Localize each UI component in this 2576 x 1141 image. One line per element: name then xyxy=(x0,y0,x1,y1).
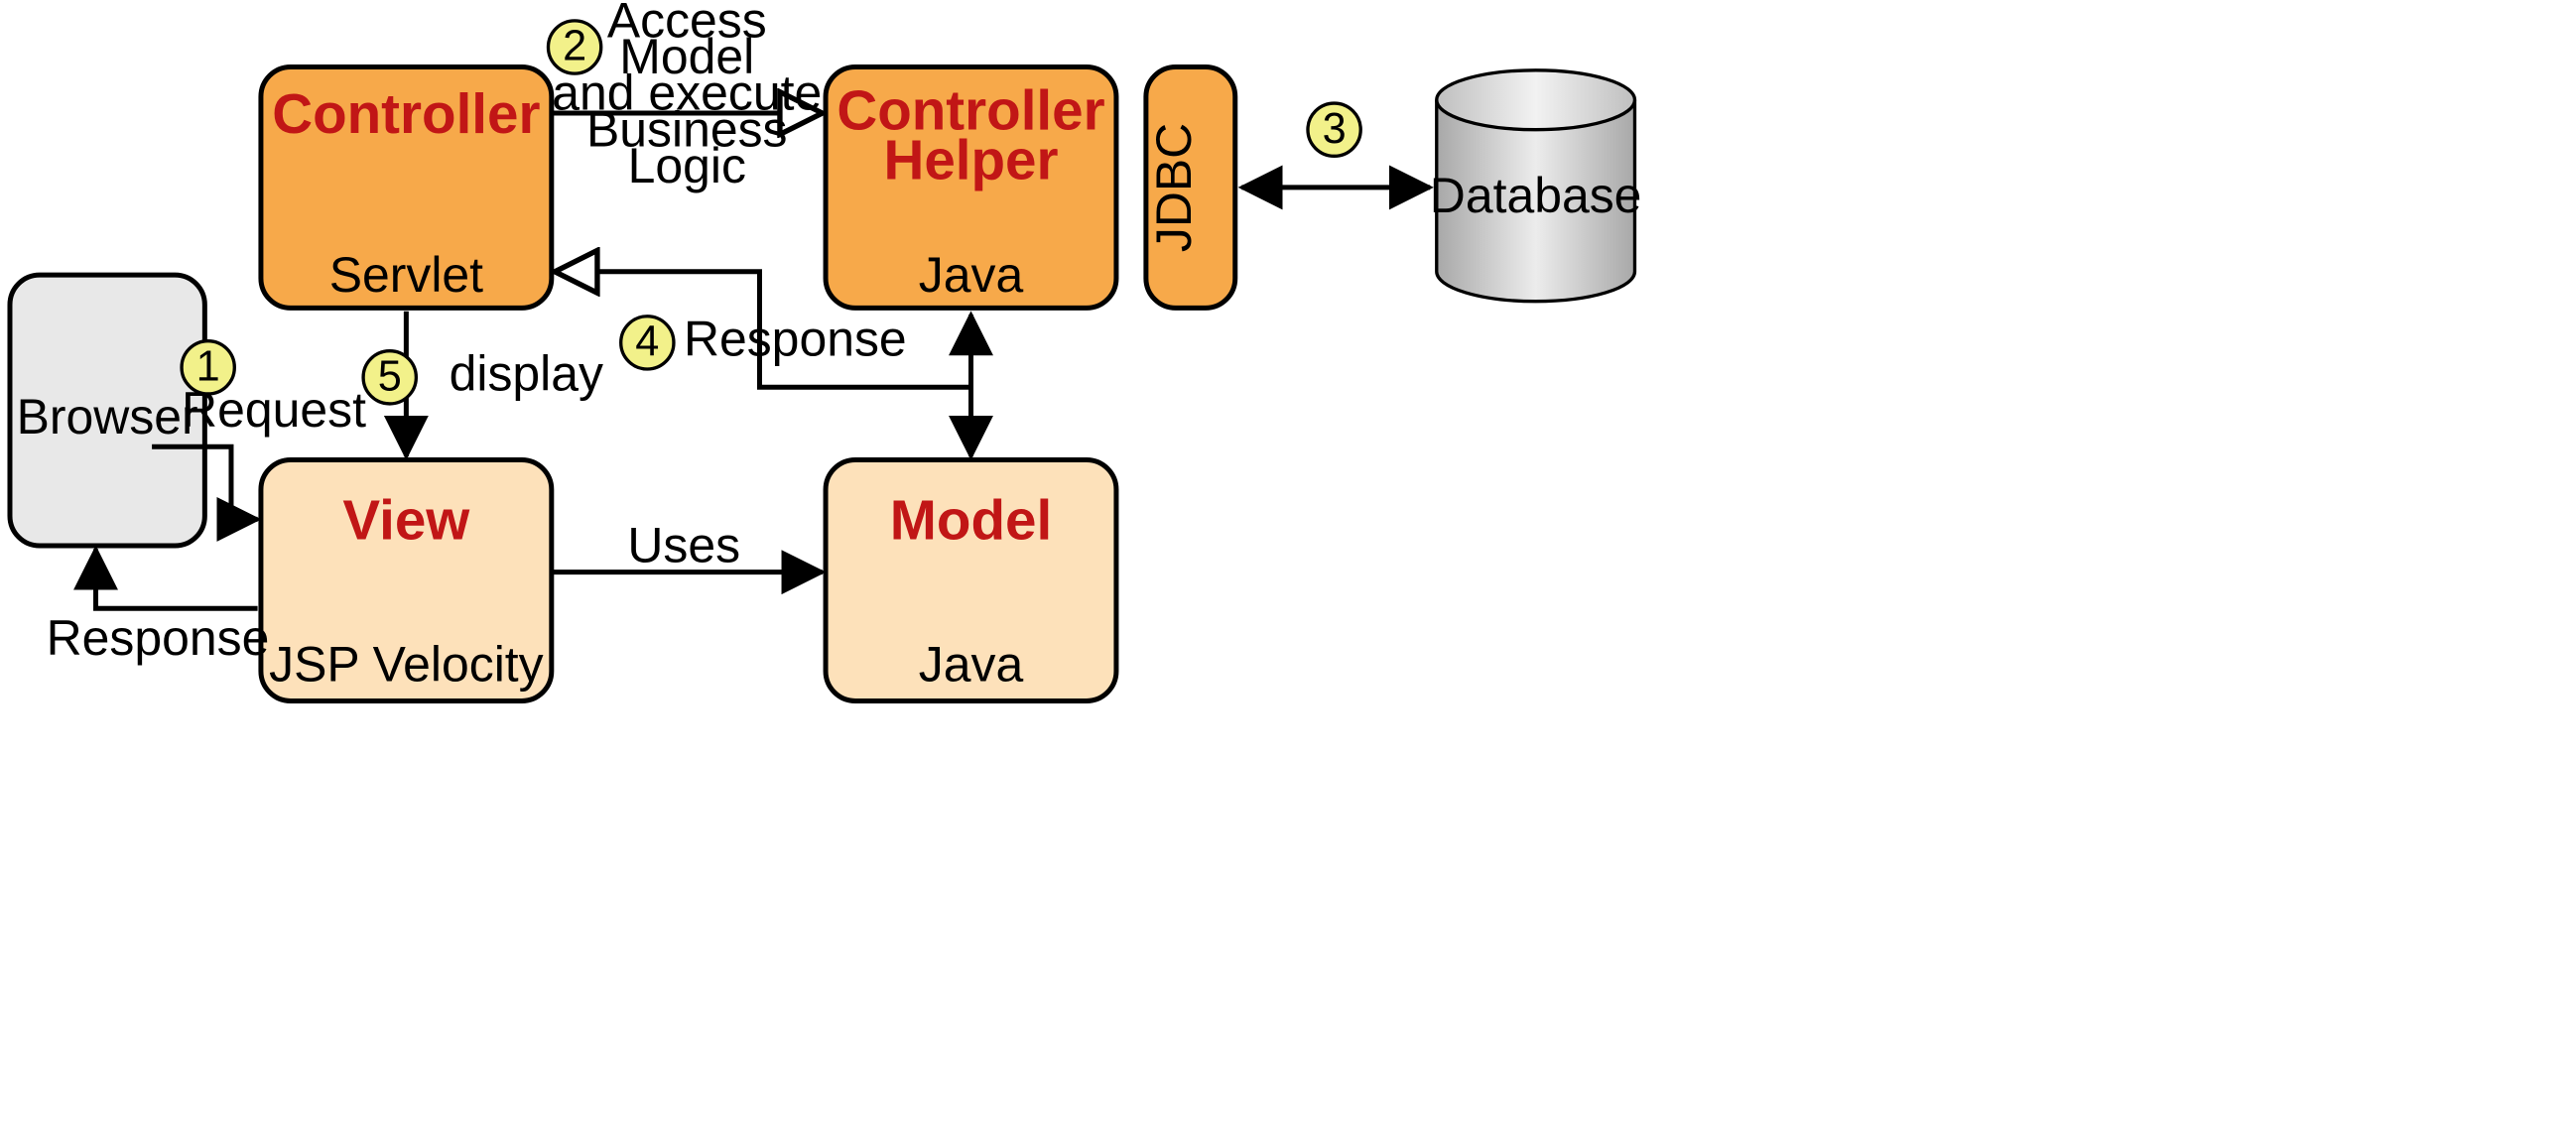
jdbc-label: JDBC xyxy=(1146,123,1202,252)
node-controller-helper: Controller Helper Java xyxy=(826,66,1116,308)
node-view: View JSP Velocity xyxy=(261,460,552,701)
response-ctrl-label: Response xyxy=(684,312,907,367)
controller-tech: Servlet xyxy=(329,247,483,303)
node-model: Model Java xyxy=(826,460,1116,701)
step-4-badge: 4 xyxy=(621,317,674,369)
controller-title: Controller xyxy=(272,82,540,145)
step-2-num: 2 xyxy=(563,23,586,70)
display-label: display xyxy=(450,346,603,402)
step-3-badge: 3 xyxy=(1308,103,1360,156)
edge-response-browser xyxy=(96,549,258,608)
step-4-num: 4 xyxy=(635,317,659,365)
model-title: Model xyxy=(890,488,1052,551)
node-browser: Browser xyxy=(10,275,204,546)
browser-label: Browser xyxy=(17,389,198,444)
response-browser-label: Response xyxy=(47,610,270,666)
controller-helper-title-2: Helper xyxy=(883,129,1058,191)
step-3-num: 3 xyxy=(1323,105,1347,153)
uses-label: Uses xyxy=(627,518,740,573)
view-title: View xyxy=(342,488,470,551)
step-1-num: 1 xyxy=(196,342,220,390)
view-tech: JSP Velocity xyxy=(269,636,544,692)
step-2-badge: 2 xyxy=(548,21,600,73)
step-1-badge: 1 xyxy=(182,341,234,394)
node-jdbc: JDBC xyxy=(1146,66,1235,308)
database-label: Database xyxy=(1430,168,1642,223)
step-5-num: 5 xyxy=(378,352,402,400)
access-l5: Logic xyxy=(628,138,746,193)
step-5-badge: 5 xyxy=(363,351,416,404)
mvc-architecture-diagram: Browser Controller Servlet Controller He… xyxy=(0,0,2576,1141)
node-database: Database xyxy=(1430,70,1642,302)
node-controller: Controller Servlet xyxy=(261,66,552,308)
controller-helper-tech: Java xyxy=(919,247,1024,303)
model-tech: Java xyxy=(919,636,1024,692)
